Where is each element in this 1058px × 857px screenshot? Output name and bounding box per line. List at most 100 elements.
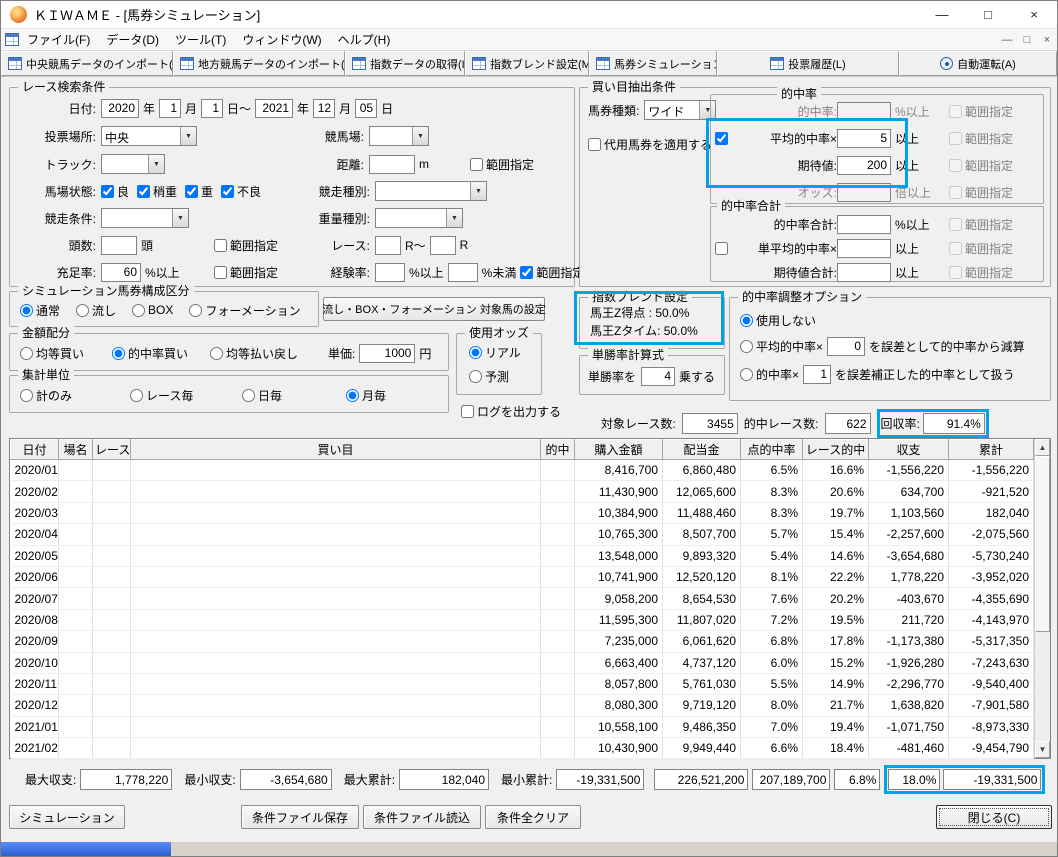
heads-range-check[interactable]: 範囲指定 xyxy=(214,237,278,254)
col-cumulative[interactable]: 累計 xyxy=(948,439,1034,460)
odds-predict-radio[interactable]: 予測 xyxy=(469,368,509,385)
table-row[interactable]: 2021/01 10,558,100 9,486,350 7.0% 19.4% … xyxy=(10,716,1034,739)
exp-max-input[interactable] xyxy=(447,262,478,282)
avg-single-input[interactable] xyxy=(837,238,891,258)
table-row[interactable]: 2020/08 11,595,300 11,807,020 7.2% 19.5%… xyxy=(10,609,1034,632)
race-to-input[interactable] xyxy=(429,235,456,255)
radio[interactable] xyxy=(20,346,33,360)
amount-equal-radio[interactable]: 均等買い xyxy=(20,345,112,362)
save-conditions-button[interactable]: 条件ファイル保存 xyxy=(241,805,359,829)
date-from-year-input[interactable] xyxy=(101,98,139,118)
amount-equal-return-radio[interactable]: 均等払い戻し xyxy=(210,345,318,362)
table-row[interactable]: 2020/03 10,384,900 11,488,460 8.3% 19.7%… xyxy=(10,502,1034,525)
load-conditions-button[interactable]: 条件ファイル読込 xyxy=(363,805,481,829)
table-row[interactable]: 2020/10 6,663,400 4,737,120 6.0% 15.2% -… xyxy=(10,652,1034,674)
fill-range-check[interactable]: 範囲指定 xyxy=(214,264,278,281)
table-row[interactable]: 2020/04 10,765,300 8,507,700 5.7% 15.4% … xyxy=(10,523,1034,546)
scroll-down-icon[interactable]: ▼ xyxy=(1035,741,1050,758)
agg-per-month-radio[interactable]: 月毎 xyxy=(346,387,386,404)
radio[interactable] xyxy=(469,345,482,359)
exp-min-input[interactable] xyxy=(375,262,405,282)
toolbar-simulation-button[interactable]: 馬券シミュレーション(B) xyxy=(589,51,717,76)
toolbar-get-index-button[interactable]: 指数データの取得(I) xyxy=(345,51,465,76)
race-type-select[interactable]: ▼ xyxy=(375,181,487,201)
col-race-rate[interactable]: レース的中 xyxy=(802,439,869,460)
date-to-day-input[interactable] xyxy=(355,98,378,118)
menu-data[interactable]: データ(D) xyxy=(98,29,167,50)
col-hit[interactable]: 的中 xyxy=(540,439,575,460)
ground-slightly-heavy-check[interactable]: 稍重 xyxy=(137,183,177,200)
close-dialog-button[interactable]: 閉じる(C) xyxy=(936,805,1052,829)
date-from-month-input[interactable] xyxy=(159,98,182,118)
checkbox[interactable] xyxy=(588,137,601,151)
radio[interactable] xyxy=(469,369,482,383)
col-payout[interactable]: 配当金 xyxy=(662,439,741,460)
radio[interactable] xyxy=(346,388,359,402)
adjust-none-radio[interactable]: 使用しない xyxy=(740,312,816,329)
ground-heavy-check[interactable]: 重 xyxy=(185,183,213,200)
ground-good-check[interactable]: 良 xyxy=(101,183,129,200)
hit-total-input[interactable] xyxy=(837,214,891,234)
table-row[interactable]: 2020/09 7,235,000 6,061,620 6.8% 17.8% -… xyxy=(10,630,1034,653)
menu-help[interactable]: ヘルプ(H) xyxy=(330,29,399,50)
substitute-ticket-check[interactable]: 代用馬券を適用する xyxy=(588,136,712,153)
toolbar-vote-history-button[interactable]: 投票履歴(L) xyxy=(717,51,899,76)
heads-input[interactable] xyxy=(101,235,137,255)
avg-hit-rate-check[interactable] xyxy=(715,131,728,145)
col-balance[interactable]: 収支 xyxy=(868,439,949,460)
menu-tools[interactable]: ツール(T) xyxy=(167,29,234,50)
table-scrollbar[interactable]: ▲ ▼ xyxy=(1034,439,1050,758)
radio[interactable] xyxy=(189,303,203,317)
checkbox[interactable] xyxy=(214,265,227,279)
adjust-subtract-input[interactable] xyxy=(827,336,866,356)
checkbox[interactable] xyxy=(185,184,199,198)
agg-per-race-radio[interactable]: レース毎 xyxy=(130,387,242,404)
toolbar-auto-run-button[interactable]: 自動運転(A) xyxy=(899,51,1057,76)
checkbox[interactable] xyxy=(101,184,114,198)
win-power-input[interactable] xyxy=(641,366,676,386)
sim-type-box-radio[interactable]: BOX xyxy=(132,303,173,317)
ground-bad-check[interactable]: 不良 xyxy=(221,183,261,200)
checkbox[interactable] xyxy=(461,404,474,418)
table-row[interactable]: 2020/02 11,430,900 12,065,600 8.3% 20.6%… xyxy=(10,480,1034,503)
hit-total-range-check[interactable]: 範囲指定 xyxy=(948,216,1013,233)
checkbox[interactable] xyxy=(948,131,962,145)
col-race[interactable]: レース xyxy=(92,439,131,460)
avg-hit-rate-input[interactable] xyxy=(837,128,891,148)
checkbox[interactable] xyxy=(137,184,151,198)
radio[interactable] xyxy=(20,303,33,317)
expect-total-range-check[interactable]: 範囲指定 xyxy=(948,264,1013,281)
checkbox[interactable] xyxy=(948,241,962,255)
close-button[interactable]: × xyxy=(1011,1,1057,28)
expect-range-check[interactable]: 範囲指定 xyxy=(948,157,1013,174)
distance-input[interactable] xyxy=(369,154,415,174)
hit-rate-input[interactable] xyxy=(837,101,891,121)
menu-file[interactable]: ファイル(F) xyxy=(19,29,98,50)
checkbox[interactable] xyxy=(221,184,235,198)
checkbox[interactable] xyxy=(214,238,227,252)
col-purchase[interactable]: 購入金額 xyxy=(574,439,663,460)
exp-range-check[interactable]: 範囲指定 xyxy=(520,264,584,281)
table-row[interactable]: 2020/11 8,057,800 5,761,030 5.5% 14.9% -… xyxy=(10,673,1034,696)
weight-type-select[interactable]: ▼ xyxy=(375,208,463,228)
race-cond-select[interactable]: ▼ xyxy=(101,208,189,228)
table-row[interactable]: 2021/02 10,430,900 9,949,440 6.6% 18.4% … xyxy=(10,737,1034,760)
sim-type-nagashi-radio[interactable]: 流し xyxy=(76,302,116,319)
radio[interactable] xyxy=(130,388,143,402)
ticket-type-select[interactable]: ワイド ▼ xyxy=(644,100,717,120)
scroll-up-icon[interactable]: ▲ xyxy=(1035,439,1050,456)
checkbox[interactable] xyxy=(948,217,962,231)
checkbox[interactable] xyxy=(948,265,962,279)
table-row[interactable]: 2020/01 8,416,700 6,860,480 6.5% 16.6% -… xyxy=(10,459,1034,482)
odds-input[interactable] xyxy=(837,182,891,202)
table-row[interactable]: 2020/07 9,058,200 8,654,530 7.6% 20.2% -… xyxy=(10,587,1034,610)
radio[interactable] xyxy=(76,303,90,317)
col-point-rate[interactable]: 点的中率 xyxy=(740,439,803,460)
agg-total-only-radio[interactable]: 計のみ xyxy=(20,387,130,404)
toolbar-blend-settings-button[interactable]: 指数ブレンド設定(M) xyxy=(465,51,589,76)
menu-window[interactable]: ウィンドウ(W) xyxy=(234,29,329,50)
mdi-restore-button[interactable]: □ xyxy=(1017,30,1037,50)
expect-total-input[interactable] xyxy=(837,262,891,282)
col-date[interactable]: 日付 xyxy=(10,439,59,460)
checkbox[interactable] xyxy=(948,104,962,118)
